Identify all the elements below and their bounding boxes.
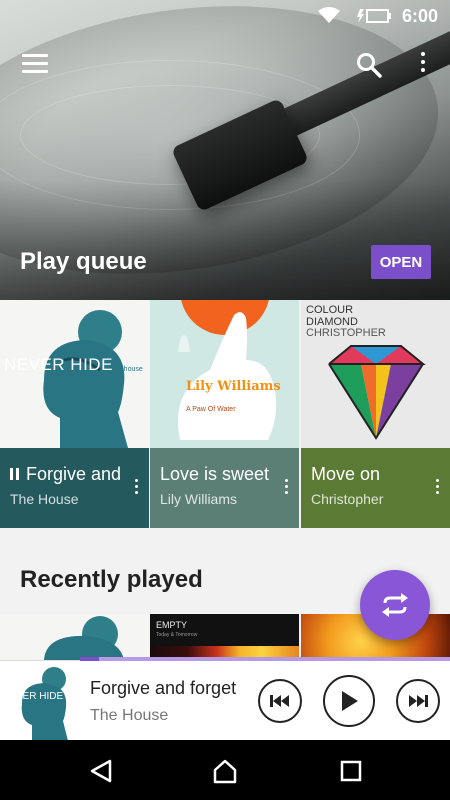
queue-card[interactable]: NEVER HIDE the house Forgive and forget … xyxy=(0,300,149,528)
more-options-icon[interactable] xyxy=(418,52,428,78)
play-queue-list: NEVER HIDE the house Forgive and forget … xyxy=(0,300,450,528)
queue-card-info: Forgive and forget The House xyxy=(0,448,149,528)
queue-card-artist: Christopher xyxy=(311,491,384,507)
pause-icon-bar xyxy=(16,468,19,480)
battery-charging-icon xyxy=(357,9,391,23)
diamond-image xyxy=(328,345,426,440)
menu-icon[interactable] xyxy=(22,54,48,76)
hero-header: 6:00 Play queue OPEN xyxy=(0,0,450,300)
repeat-icon xyxy=(382,593,408,617)
now-playing-bar[interactable]: NEVER HIDE Forgive and forget The House xyxy=(0,657,450,741)
card-more-icon[interactable] xyxy=(283,479,289,497)
rabbit-image xyxy=(178,300,277,440)
play-button[interactable] xyxy=(323,675,375,727)
album-art-never-hide: NEVER HIDE the house xyxy=(0,300,149,448)
skip-next-icon xyxy=(409,695,428,707)
album-art-subtitle: A Paw Of Water xyxy=(186,406,236,413)
hero-shade xyxy=(0,180,450,300)
play-queue-title: Play queue xyxy=(20,248,147,275)
recent-album-art[interactable] xyxy=(0,614,149,660)
queue-card-title: Love is sweet xyxy=(160,464,270,484)
toolbar xyxy=(0,44,450,88)
queue-card-title: Forgive and forget xyxy=(26,464,124,484)
album-art-title: NEVER HIDE xyxy=(2,691,64,702)
queue-card-artist: Lily Williams xyxy=(160,491,237,507)
recents-icon[interactable] xyxy=(338,758,364,784)
search-icon[interactable] xyxy=(356,52,382,78)
skip-previous-icon xyxy=(270,695,289,707)
playback-progress-fill xyxy=(80,657,99,661)
wifi-icon xyxy=(318,7,340,23)
recent-album-art[interactable]: EMPTY Today & Tomorrow xyxy=(150,614,299,660)
recently-played-title: Recently played xyxy=(20,566,203,593)
queue-card-info: Move on Christopher xyxy=(301,448,450,528)
back-icon[interactable] xyxy=(88,758,114,784)
album-art-subtitle: Today & Tomorrow xyxy=(156,632,198,638)
playback-progress[interactable] xyxy=(80,657,450,661)
clock: 6:00 xyxy=(401,6,438,26)
previous-button[interactable] xyxy=(258,679,302,723)
now-playing-title: Forgive and forget xyxy=(90,678,237,698)
album-art-lily-williams: Lily Williams A Paw Of Water xyxy=(150,300,299,448)
album-art-title: NEVER HIDE xyxy=(4,355,113,374)
now-playing-album-art[interactable]: NEVER HIDE xyxy=(0,661,80,741)
shuffle-fab[interactable] xyxy=(360,570,430,640)
next-button[interactable] xyxy=(396,679,440,723)
queue-card[interactable]: Lily Williams A Paw Of Water Love is swe… xyxy=(150,300,299,528)
album-art-colour-diamond: COLOUR DIAMOND CHRISTOPHER xyxy=(301,300,450,448)
queue-card-info: Love is sweet Lily Williams xyxy=(150,448,299,528)
pause-icon xyxy=(10,468,13,480)
album-art-title: Lily Williams xyxy=(186,379,281,394)
system-navigation-bar xyxy=(0,740,450,800)
album-art-subtitle: the house xyxy=(112,366,143,373)
card-more-icon[interactable] xyxy=(434,479,440,497)
play-icon xyxy=(342,691,358,711)
queue-card[interactable]: COLOUR DIAMOND CHRISTOPHER Move on Chris… xyxy=(301,300,450,528)
queue-card-artist: The House xyxy=(10,491,79,507)
status-bar: 6:00 xyxy=(0,0,450,32)
silhouette-image xyxy=(44,616,124,660)
now-playing-artist: The House xyxy=(90,707,169,724)
album-art-title: EMPTY xyxy=(156,620,188,630)
card-more-icon[interactable] xyxy=(133,479,139,497)
home-icon[interactable] xyxy=(212,758,238,784)
open-button[interactable]: OPEN xyxy=(371,245,431,279)
queue-card-title: Move on xyxy=(311,464,381,484)
